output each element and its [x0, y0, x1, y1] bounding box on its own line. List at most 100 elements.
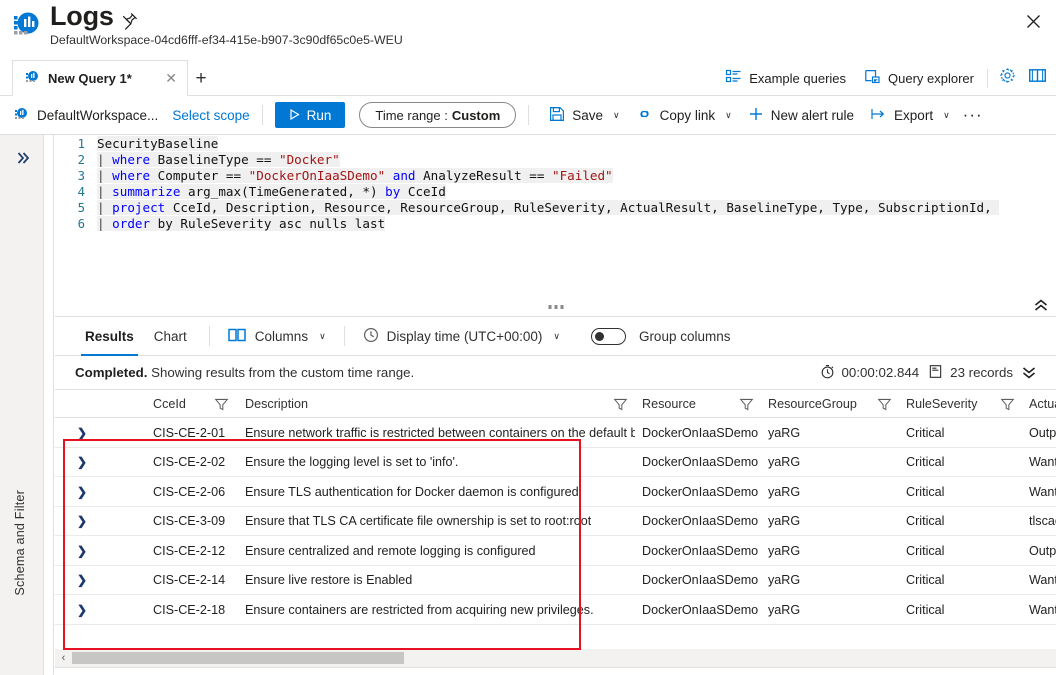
column-filter-icon[interactable]	[1000, 390, 1015, 418]
status-rest: Showing results from the custom time ran…	[147, 365, 414, 380]
column-header-description[interactable]: Description	[245, 390, 308, 418]
cell-description: Ensure network traffic is restricted bet…	[245, 418, 635, 448]
settings-button[interactable]	[992, 63, 1022, 93]
row-expand-icon[interactable]: ❯	[77, 566, 87, 596]
table-header-row: CceId Description Resource ResourceGroup Rul…	[55, 390, 1056, 418]
column-filter-icon[interactable]	[214, 390, 229, 418]
column-filter-icon[interactable]	[613, 390, 628, 418]
column-header-resource[interactable]: Resource	[642, 390, 696, 418]
save-button[interactable]: Save ∨	[541, 100, 627, 130]
display-time-label: Display time (UTC+00:00)	[387, 329, 543, 344]
status-bold: Completed.	[75, 365, 147, 380]
cell-cceid: CIS-CE-3-09	[153, 507, 225, 537]
tab-results[interactable]: Results	[75, 317, 144, 356]
scroll-left-arrow-icon[interactable]: ‹	[55, 649, 72, 667]
tab-close-icon[interactable]: ✕	[163, 71, 179, 85]
column-header-resourcegroup[interactable]: ResourceGroup	[768, 390, 857, 418]
tab-label: New Query 1*	[48, 71, 132, 86]
line-number: 1	[55, 136, 85, 152]
columns-button[interactable]: Columns ∨	[222, 321, 332, 351]
scope-selector[interactable]: DefaultWorkspace...	[12, 107, 158, 124]
panel-splitter[interactable]	[55, 300, 1056, 316]
splitter-grip-icon[interactable]	[548, 305, 563, 309]
select-scope-link[interactable]: Select scope	[172, 108, 249, 123]
cell-resourcegroup: yaRG	[768, 477, 800, 507]
add-tab-button[interactable]: +	[190, 68, 212, 90]
cell-resource: DockerOnIaaSDemo	[642, 448, 758, 478]
chevron-double-right-icon[interactable]	[12, 147, 34, 169]
cell-resource: DockerOnIaaSDemo	[642, 536, 758, 566]
column-filter-icon[interactable]	[877, 390, 892, 418]
scrollbar-thumb[interactable]	[72, 652, 404, 664]
group-columns-toggle[interactable]	[591, 328, 626, 345]
scope-name: DefaultWorkspace...	[37, 108, 158, 123]
cell-resource: DockerOnIaaSDemo	[642, 595, 758, 625]
time-range-picker[interactable]: Time range : Custom	[359, 102, 516, 128]
table-row[interactable]: ❯ CIS-CE-2-14 Ensure live restore is Enabl…	[55, 566, 1056, 596]
cell-actualresult: Wanted: log-lev	[1029, 448, 1056, 478]
run-label: Run	[307, 108, 332, 123]
export-button[interactable]: Export ∨	[862, 100, 958, 130]
scrollbar-track[interactable]	[72, 652, 1056, 664]
page-title: Logs	[50, 1, 114, 32]
new-alert-rule-button[interactable]: New alert rule	[740, 100, 862, 130]
editor-line: 3| where Computer == "DockerOnIaaSDemo" …	[55, 168, 1056, 184]
table-row[interactable]: ❯CIS-CE-2-06Ensure TLS authentication fo…	[55, 477, 1056, 507]
column-header-cceid[interactable]: CceId	[153, 390, 186, 418]
table-row[interactable]: ❯CIS-CE-2-18Ensure containers are restri…	[55, 595, 1056, 625]
more-commands-button[interactable]: ···	[958, 100, 988, 130]
copy-link-button[interactable]: Copy link ∨	[628, 100, 740, 130]
cell-cceid: CIS-CE-2-14	[153, 566, 225, 596]
column-filter-icon[interactable]	[739, 390, 754, 418]
cell-resource: DockerOnIaaSDemo	[642, 507, 758, 537]
time-range-prefix: Time range :	[375, 108, 448, 123]
table-row[interactable]: ❯CIS-CE-2-02Ensure the logging level is …	[55, 448, 1056, 478]
query-explorer-label: Query explorer	[888, 71, 974, 86]
cell-ruleseverity: Critical	[906, 536, 944, 566]
cell-description: Ensure live restore is Enabled	[245, 566, 412, 596]
line-number: 2	[55, 152, 85, 168]
records-icon	[928, 364, 943, 382]
row-expand-icon[interactable]: ❯	[77, 418, 87, 448]
chevron-down-icon: ∨	[725, 110, 732, 121]
line-number: 4	[55, 184, 85, 200]
chevron-double-down-icon[interactable]	[1022, 366, 1036, 379]
link-icon	[636, 106, 653, 125]
row-expand-icon[interactable]: ❯	[77, 477, 87, 507]
close-button[interactable]	[1016, 4, 1050, 38]
bottom-border	[55, 667, 1056, 668]
tab-chart[interactable]: Chart	[144, 317, 197, 356]
kql-query-editor[interactable]: 1SecurityBaseline2| where BaselineType =…	[55, 136, 1056, 294]
column-header-ruleseverity[interactable]: RuleSeverity	[906, 390, 977, 418]
cell-cceid: CIS-CE-2-02	[153, 448, 225, 478]
table-row[interactable]: ❯ CIS-CE-2-01 Ensure network traffic is re…	[55, 418, 1056, 448]
example-queries-button[interactable]: Example queries	[716, 63, 855, 93]
workspace-subtitle: DefaultWorkspace-04cd6fff-ef34-415e-b907…	[50, 33, 403, 47]
query-explorer-button[interactable]: Query explorer	[855, 63, 983, 93]
table-row[interactable]: ❯CIS-CE-3-09Ensure that TLS CA certifica…	[55, 507, 1056, 537]
line-code: SecurityBaseline	[97, 136, 218, 152]
chevron-double-up-icon[interactable]	[1030, 294, 1052, 316]
line-code: | project CceId, Description, Resource, …	[97, 200, 999, 216]
table-row[interactable]: ❯CIS-CE-2-12Ensure centralized and remot…	[55, 536, 1056, 566]
row-expand-icon[interactable]: ❯	[77, 448, 87, 478]
row-expand-icon[interactable]: ❯	[77, 536, 87, 566]
help-book-button[interactable]	[1022, 63, 1052, 93]
pin-icon[interactable]	[119, 11, 139, 31]
example-queries-label: Example queries	[749, 71, 846, 86]
query-tab-icon	[23, 70, 40, 87]
header-divider	[987, 69, 988, 88]
row-expand-icon[interactable]: ❯	[77, 595, 87, 625]
column-header-actualresult[interactable]: ActualResult	[1029, 390, 1056, 418]
status-message: Completed. Showing results from the cust…	[75, 365, 414, 380]
tab-new-query-1[interactable]: New Query 1* ✕	[12, 60, 188, 96]
save-icon	[549, 106, 565, 125]
row-expand-icon[interactable]: ❯	[77, 507, 87, 537]
group-columns-control[interactable]: Group columns	[585, 321, 737, 351]
run-button[interactable]: Run	[275, 102, 346, 128]
results-horizontal-scrollbar[interactable]: ‹	[55, 649, 1056, 667]
clock-icon	[363, 327, 379, 346]
display-time-button[interactable]: Display time (UTC+00:00) ∨	[357, 321, 566, 351]
cell-cceid: CIS-CE-2-01	[153, 418, 225, 448]
columns-icon	[228, 327, 247, 346]
